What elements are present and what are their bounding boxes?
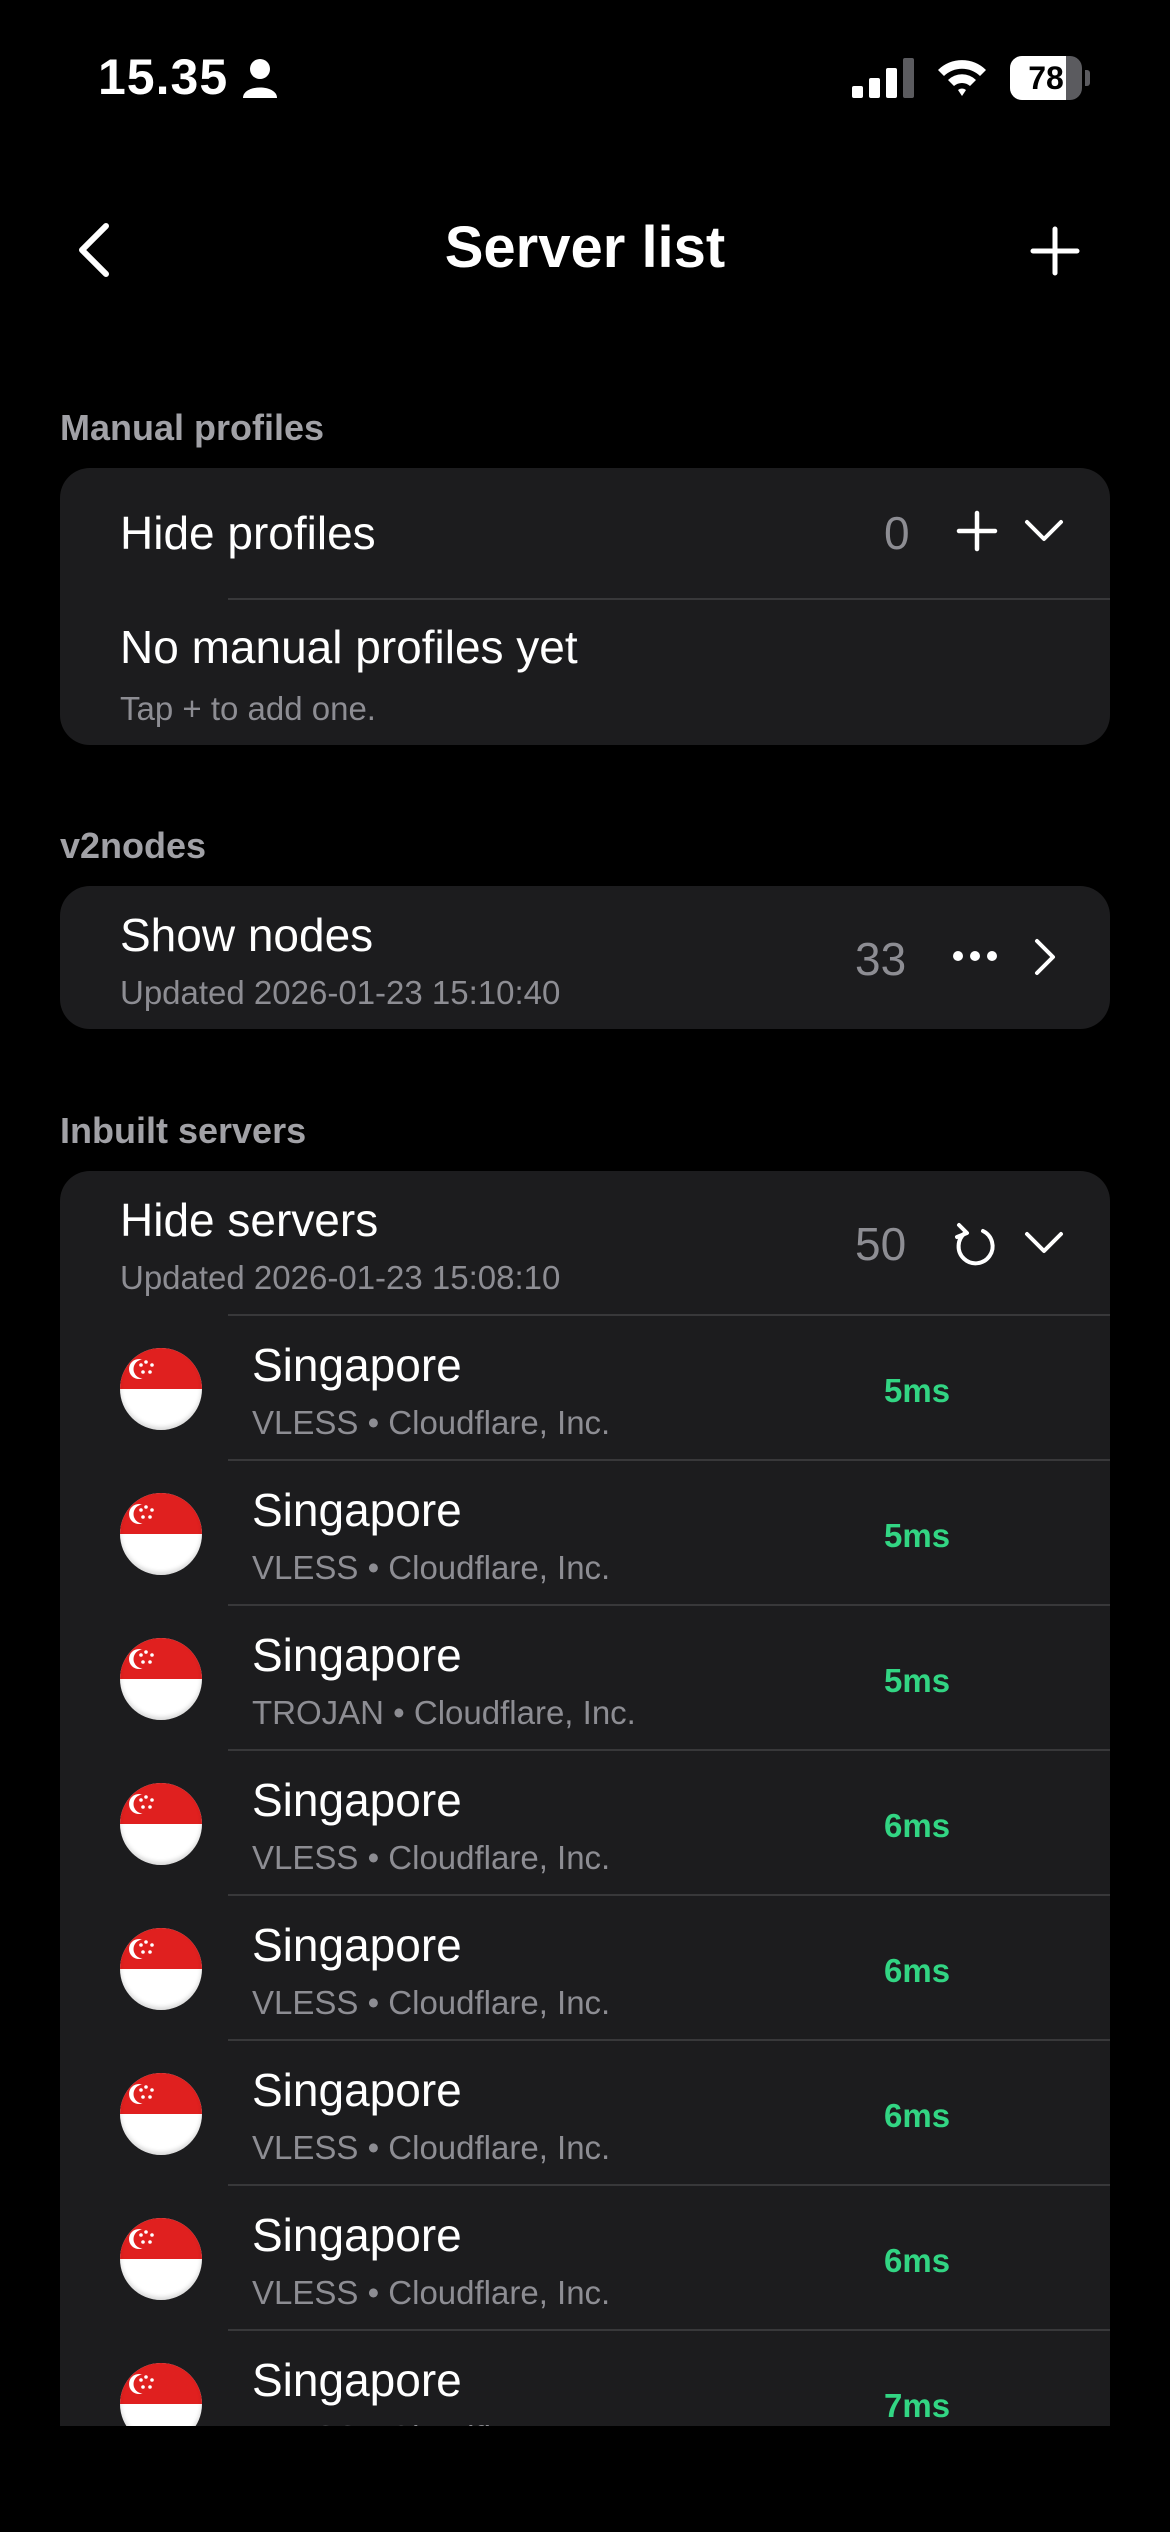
- singapore-flag-icon: [120, 1638, 202, 1720]
- empty-state-hint: Tap + to add one.: [120, 690, 376, 727]
- v2nodes-count: 33: [855, 933, 907, 985]
- server-name: Singapore: [252, 1774, 462, 1826]
- server-name: Singapore: [252, 2354, 462, 2406]
- battery-indicator: 78: [1010, 56, 1090, 100]
- more-icon[interactable]: [952, 950, 998, 962]
- manual-profiles-card: Hide profiles 0 No manual profiles yet T…: [60, 468, 1110, 745]
- section-label-manual-profiles: Manual profiles: [60, 407, 325, 448]
- singapore-flag-icon: [120, 1493, 202, 1575]
- server-row[interactable]: Singapore VLESS • Cloudflare, Inc. 5ms: [60, 1316, 1110, 1461]
- hide-profiles-label: Hide profiles: [120, 507, 376, 559]
- cellular-signal-icon: [852, 58, 914, 98]
- chevron-right-icon[interactable]: [1033, 938, 1057, 976]
- server-protocol-provider: VLESS • Cloudflare, Inc.: [252, 2419, 610, 2426]
- server-row[interactable]: Singapore VLESS • Cloudflare, Inc. 6ms: [60, 2041, 1110, 2186]
- inbuilt-servers-card: Hide servers Updated 2026-01-23 15:08:10…: [60, 1171, 1110, 2426]
- battery-level: 78: [1028, 60, 1064, 96]
- add-icon[interactable]: [1030, 226, 1080, 276]
- server-row[interactable]: Singapore VLESS • Cloudflare, Inc. 6ms: [60, 1896, 1110, 2041]
- singapore-flag-icon: [120, 2218, 202, 2300]
- singapore-flag-icon: [120, 2363, 202, 2426]
- server-protocol-provider: TROJAN • Cloudflare, Inc.: [252, 1694, 636, 1731]
- singapore-flag-icon: [120, 1928, 202, 2010]
- v2nodes-updated: Updated 2026-01-23 15:10:40: [120, 974, 561, 1011]
- person-icon: [243, 59, 277, 98]
- server-name: Singapore: [252, 1629, 462, 1681]
- singapore-flag-icon: [120, 2073, 202, 2155]
- server-protocol-provider: VLESS • Cloudflare, Inc.: [252, 1404, 611, 1441]
- inbuilt-updated: Updated 2026-01-23 15:08:10: [120, 1259, 561, 1296]
- singapore-flag-icon: [120, 1783, 202, 1865]
- server-latency: 5ms: [884, 1662, 951, 1699]
- section-label-inbuilt-servers: Inbuilt servers: [60, 1110, 307, 1151]
- v2nodes-card[interactable]: Show nodes Updated 2026-01-23 15:10:40 3…: [60, 886, 1110, 1029]
- server-list: Singapore VLESS • Cloudflare, Inc. 5ms S…: [60, 1316, 1110, 2426]
- status-time: 15.35: [98, 49, 229, 105]
- chevron-down-icon[interactable]: [1024, 518, 1064, 544]
- server-name: Singapore: [252, 1484, 462, 1536]
- server-row[interactable]: Singapore VLESS • Cloudflare, Inc. 6ms: [60, 2186, 1110, 2331]
- server-row[interactable]: Singapore VLESS • Cloudflare, Inc. 7ms: [60, 2331, 1110, 2426]
- server-latency: 6ms: [884, 2097, 951, 2134]
- server-protocol-provider: VLESS • Cloudflare, Inc.: [252, 1839, 611, 1876]
- singapore-flag-icon: [120, 1348, 202, 1430]
- section-label-v2nodes: v2nodes: [60, 825, 207, 866]
- server-name: Singapore: [252, 2209, 462, 2261]
- show-nodes-label: Show nodes: [120, 909, 374, 961]
- chevron-down-icon[interactable]: [1024, 1230, 1064, 1256]
- server-latency: 5ms: [884, 1517, 951, 1554]
- hide-servers-label: Hide servers: [120, 1194, 379, 1246]
- hide-servers-row[interactable]: Hide servers Updated 2026-01-23 15:08:10…: [60, 1171, 1110, 1314]
- server-latency: 6ms: [884, 1807, 951, 1844]
- server-latency: 7ms: [884, 2387, 951, 2424]
- inbuilt-servers-count: 50: [855, 1218, 907, 1270]
- server-latency: 5ms: [884, 1372, 951, 1409]
- manual-profiles-count: 0: [884, 507, 910, 559]
- status-bar: 15.35 78: [0, 0, 1170, 150]
- server-name: Singapore: [252, 1919, 462, 1971]
- server-name: Singapore: [252, 2064, 462, 2116]
- server-latency: 6ms: [884, 2242, 951, 2279]
- server-protocol-provider: VLESS • Cloudflare, Inc.: [252, 1984, 611, 2021]
- hide-profiles-row[interactable]: Hide profiles 0: [60, 468, 1110, 598]
- add-profile-icon[interactable]: [956, 510, 998, 552]
- page-title: Server list: [444, 215, 726, 280]
- server-row[interactable]: Singapore TROJAN • Cloudflare, Inc. 5ms: [60, 1606, 1110, 1751]
- refresh-icon[interactable]: [953, 1219, 997, 1269]
- server-row[interactable]: Singapore VLESS • Cloudflare, Inc. 5ms: [60, 1461, 1110, 1606]
- divider: [228, 598, 1110, 600]
- server-latency: 6ms: [884, 1952, 951, 1989]
- server-protocol-provider: VLESS • Cloudflare, Inc.: [252, 1549, 611, 1586]
- server-name: Singapore: [252, 1339, 462, 1391]
- wifi-icon: [938, 60, 986, 96]
- empty-state-title: No manual profiles yet: [120, 621, 578, 673]
- server-row[interactable]: Singapore VLESS • Cloudflare, Inc. 6ms: [60, 1751, 1110, 1896]
- server-protocol-provider: VLESS • Cloudflare, Inc.: [252, 2129, 611, 2166]
- server-protocol-provider: VLESS • Cloudflare, Inc.: [252, 2274, 611, 2311]
